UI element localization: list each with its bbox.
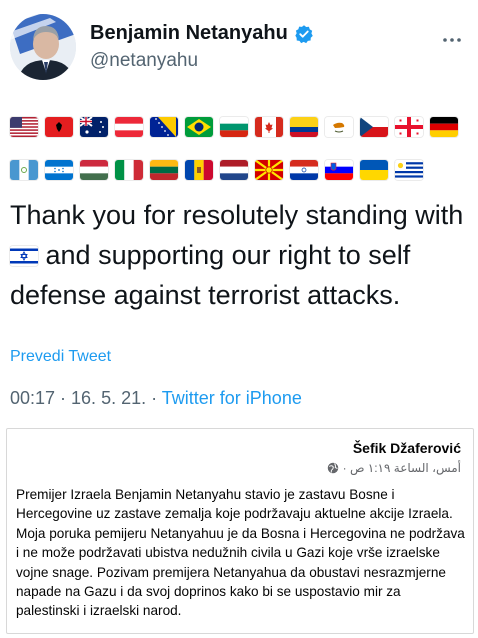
flag-canada-icon: [255, 117, 283, 137]
facebook-post: Šefik Džaferović أمس، الساعة ١:١٩ ص · Pr…: [6, 428, 474, 634]
flag-paraguay-icon: [290, 160, 318, 180]
flag-germany-icon: [430, 117, 458, 137]
flag-uruguay-icon: [395, 160, 423, 180]
globe-icon: [327, 462, 339, 474]
tweet-header: Benjamin Netanyahu @netanyahu: [10, 14, 468, 84]
tweet-timestamp[interactable]: 00:17 · 16. 5. 21. ·: [10, 388, 162, 408]
flag-north-macedonia-icon: [255, 160, 283, 180]
flag-georgia-icon: [395, 117, 423, 137]
flag-italy-icon: [115, 160, 143, 180]
flag-us-icon: [10, 117, 38, 137]
flags-row-1: [10, 117, 460, 137]
flag-australia-icon: [80, 117, 108, 137]
post-time[interactable]: أمس، الساعة ١:١٩ ص ·: [343, 461, 461, 475]
handle[interactable]: @netanyahu: [90, 50, 198, 72]
flag-albania-icon: [45, 117, 73, 137]
verified-badge-icon: [294, 24, 314, 44]
flag-moldova-icon: [185, 160, 213, 180]
flag-bosnia-icon: [150, 117, 178, 137]
tweet-text: Thank you for resolutely standing with a…: [10, 195, 470, 315]
tweet-text-part-2: and supporting our right to self defense…: [10, 240, 411, 310]
flag-colombia-icon: [290, 117, 318, 137]
flag-brazil-icon: [185, 117, 213, 137]
display-name[interactable]: Benjamin Netanyahu: [90, 22, 288, 45]
flag-ukraine-icon: [360, 160, 388, 180]
flag-guatemala-icon: [10, 160, 38, 180]
flag-cyprus-icon: [325, 117, 353, 137]
translate-tweet-link[interactable]: Prevedi Tweet: [10, 348, 111, 366]
flag-hungary-icon: [80, 160, 108, 180]
more-icon[interactable]: [440, 28, 464, 57]
flag-netherlands-icon: [220, 160, 248, 180]
tweet-source[interactable]: Twitter for iPhone: [162, 388, 302, 408]
flag-honduras-icon: [45, 160, 73, 180]
flag-czech-icon: [360, 117, 388, 137]
flags-row-2: [10, 160, 460, 180]
name-row: Benjamin Netanyahu: [90, 22, 314, 45]
flag-slovenia-icon: [325, 160, 353, 180]
avatar[interactable]: [10, 14, 76, 80]
tweet-text-part-1: Thank you for resolutely standing with: [10, 200, 464, 230]
flag-israel-icon: [10, 246, 38, 266]
post-body: Premijer Izraela Benjamin Netanyahu stav…: [16, 487, 465, 619]
post-time-row: أمس، الساعة ١:١٩ ص ·: [327, 461, 461, 475]
flag-bulgaria-icon: [220, 117, 248, 137]
tweet-meta: 00:17 · 16. 5. 21. · Twitter for iPhone: [10, 388, 302, 409]
post-author[interactable]: Šefik Džaferović: [353, 440, 461, 456]
flag-austria-icon: [115, 117, 143, 137]
tweet-card: Benjamin Netanyahu @netanyahu Thank you …: [0, 0, 478, 425]
flag-lithuania-icon: [150, 160, 178, 180]
